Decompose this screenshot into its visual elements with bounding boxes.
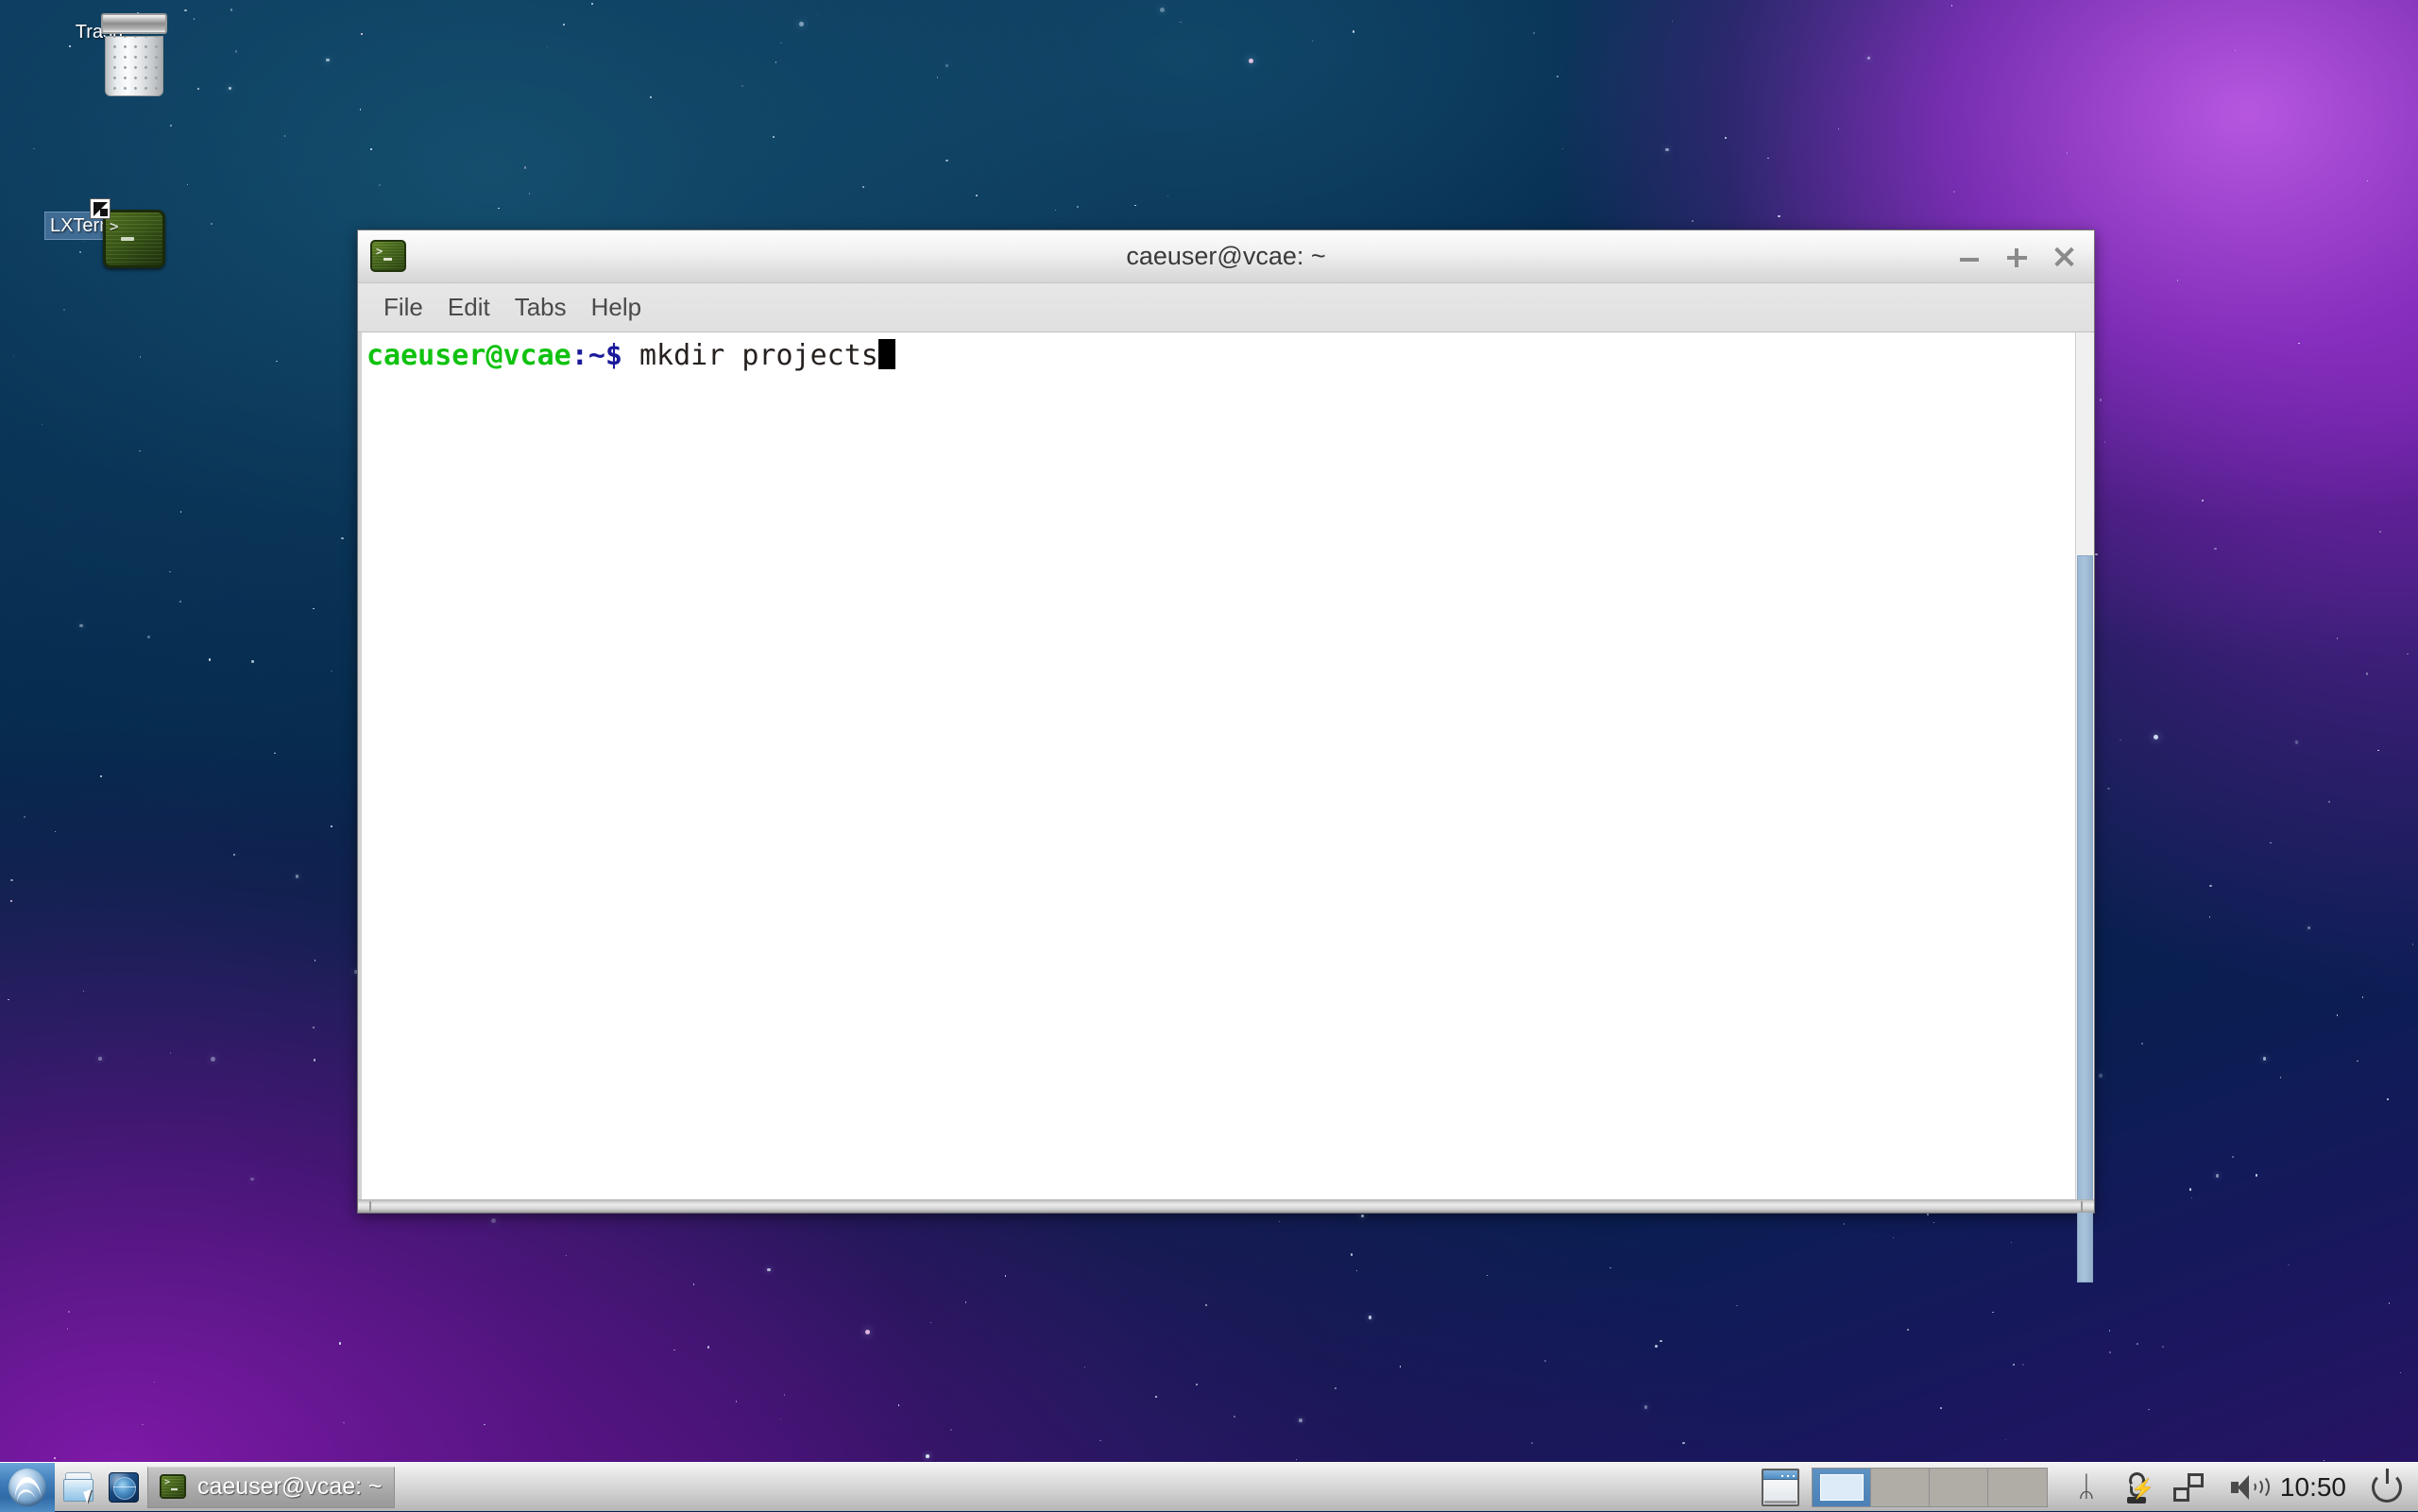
terminal-icon: >: [160, 1474, 188, 1501]
menu-button[interactable]: [0, 1463, 55, 1512]
workspace-1[interactable]: [1813, 1469, 1871, 1506]
terminal-body: caeuser@vcae:~$ mkdir projects: [358, 332, 2094, 1199]
launcher-web-browser[interactable]: [104, 1466, 144, 1509]
task-list: > caeuser@vcae: ~: [144, 1467, 1755, 1508]
terminal-output: caeuser@vcae:~$ mkdir projects: [366, 338, 895, 374]
maximize-button[interactable]: [2003, 244, 2030, 270]
workspace-2[interactable]: [1871, 1469, 1930, 1506]
terminal-window[interactable]: > caeuser@vcae: ~ File Edit Tabs Help ca…: [357, 229, 2095, 1214]
taskbar: > caeuser@vcae: ~ ᛦ ⚡: [0, 1462, 2418, 1511]
volume-icon: [2230, 1473, 2268, 1502]
minimize-button[interactable]: [1956, 244, 1983, 270]
workspace-4[interactable]: [1988, 1469, 2047, 1506]
launcher-file-manager[interactable]: [60, 1466, 99, 1509]
system-tray: ᛦ ⚡ 10:50: [1755, 1467, 2418, 1508]
workspace-3[interactable]: [1930, 1469, 1988, 1506]
prompt-colon: :: [571, 339, 588, 372]
show-desktop-button[interactable]: [1759, 1467, 1802, 1508]
bluetooth-icon: ᛦ: [2078, 1473, 2095, 1502]
prompt-user: caeuser@vcae: [366, 339, 571, 372]
tray-window-switcher[interactable]: [2167, 1467, 2210, 1508]
desktop[interactable]: Trash > LXTerminal > caeuser@vcae: ~: [0, 0, 2418, 1511]
menu-bar: File Edit Tabs Help: [358, 283, 2094, 332]
globe-icon: [109, 1472, 139, 1503]
prompt-path: ~$: [588, 339, 622, 372]
tray-bluetooth[interactable]: ᛦ: [2065, 1467, 2108, 1508]
power-icon: [2372, 1472, 2402, 1503]
window-title: caeuser@vcae: ~: [358, 242, 2094, 271]
desktop-icon-trash[interactable]: Trash: [28, 13, 170, 45]
window-resize-grip[interactable]: [358, 1199, 2094, 1213]
task-button-terminal[interactable]: > caeuser@vcae: ~: [147, 1467, 395, 1508]
logout-button[interactable]: [2365, 1467, 2409, 1508]
scrollbar-thumb[interactable]: [2077, 555, 2093, 1283]
clock[interactable]: 10:50: [2271, 1472, 2358, 1503]
terminal-command: mkdir projects: [622, 339, 878, 372]
terminal-icon: >: [367, 238, 409, 276]
menu-item-tabs[interactable]: Tabs: [502, 290, 579, 325]
window-titlebar[interactable]: > caeuser@vcae: ~: [358, 230, 2094, 283]
window-switch-icon: [2173, 1473, 2204, 1502]
snake-lightning-icon: ⚡: [2121, 1471, 2154, 1504]
close-button[interactable]: [2051, 244, 2077, 270]
terminal-scrollbar[interactable]: [2075, 332, 2094, 1199]
workspace-pager[interactable]: [1812, 1468, 2048, 1507]
desktop-icon-lxterminal[interactable]: > LXTerminal: [26, 206, 168, 240]
shortcut-badge-icon: [90, 198, 111, 219]
menu-item-file[interactable]: File: [371, 290, 435, 325]
menu-item-help[interactable]: Help: [579, 290, 654, 325]
tray-volume[interactable]: [2227, 1467, 2271, 1508]
task-button-label: caeuser@vcae: ~: [197, 1473, 383, 1501]
terminal-cursor: [878, 339, 895, 369]
menu-item-edit[interactable]: Edit: [435, 290, 502, 325]
file-manager-icon: [63, 1472, 95, 1503]
terminal-screen[interactable]: caeuser@vcae:~$ mkdir projects: [358, 332, 2075, 1199]
lxde-logo-icon: [9, 1469, 46, 1506]
tray-power-manager[interactable]: ⚡: [2116, 1467, 2159, 1508]
